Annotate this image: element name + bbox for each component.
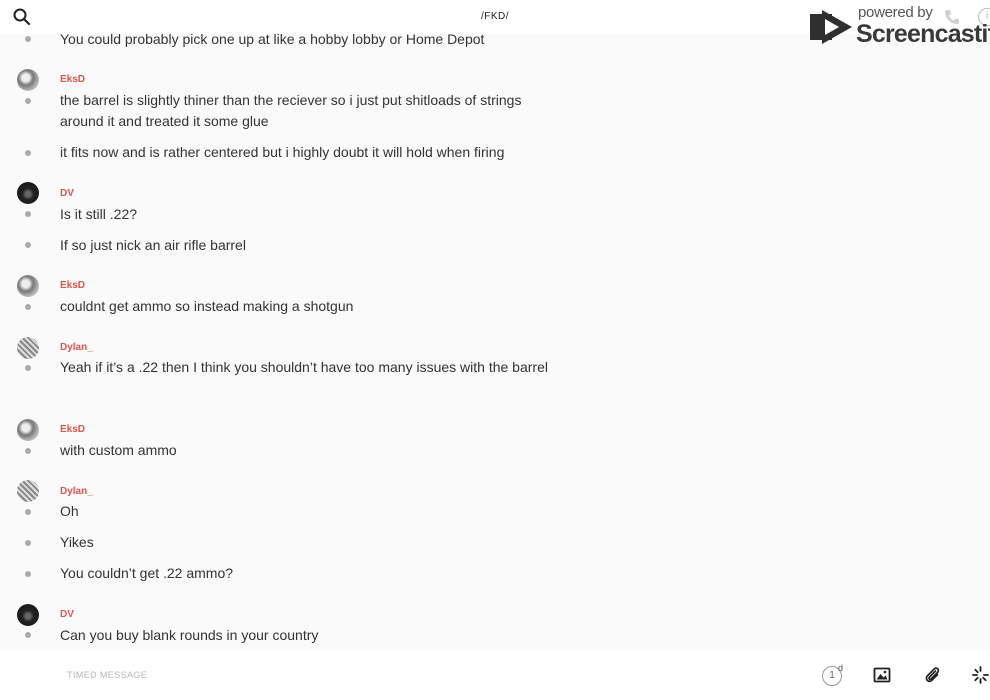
message-text: You could probably pick one up at like a…	[60, 31, 485, 47]
message-dot	[25, 150, 31, 156]
message-dot	[25, 36, 31, 42]
message-author[interactable]: EksD	[60, 280, 85, 291]
message-dot	[25, 509, 31, 515]
avatar[interactable]	[17, 419, 39, 441]
message-author[interactable]: EksD	[60, 424, 85, 435]
message-text: with custom ammo	[60, 442, 177, 458]
paperclip-icon[interactable]	[922, 665, 942, 685]
timer-unit-label: d	[838, 663, 844, 673]
message-author[interactable]: Dylan_	[60, 486, 93, 497]
avatar[interactable]	[17, 275, 39, 297]
avatar[interactable]	[17, 337, 39, 359]
message-text: it fits now and is rather centered but i…	[60, 144, 505, 160]
message-list: You could probably pick one up at like a…	[0, 31, 990, 650]
message-text: Yikes	[60, 534, 94, 550]
avatar[interactable]	[17, 480, 39, 502]
message-dot	[25, 98, 31, 104]
avatar[interactable]	[17, 69, 39, 91]
message-text: couldnt get ammo so instead making a sho…	[60, 298, 354, 314]
message-dot	[25, 571, 31, 577]
message-author[interactable]: DV	[60, 188, 74, 199]
message-text: Oh	[60, 503, 79, 519]
message-text: You couldn’t get .22 ammo?	[60, 565, 234, 581]
message-dot	[25, 242, 31, 248]
message-dot	[25, 211, 31, 217]
message-text: Can you buy blank rounds in your country	[60, 627, 319, 643]
message-author[interactable]: Dylan_	[60, 342, 93, 353]
avatar[interactable]	[17, 604, 39, 626]
message-dot	[25, 304, 31, 310]
phone-icon[interactable]	[942, 7, 962, 27]
message-composer: 1 d	[0, 650, 990, 700]
message-text: If so just nick an air rifle barrel	[60, 237, 246, 253]
message-dot	[25, 448, 31, 454]
message-dot	[25, 540, 31, 546]
info-icon[interactable]: i	[978, 8, 990, 26]
avatar[interactable]	[17, 182, 39, 204]
message-text: Yeah if it’s a .22 then I think you shou…	[60, 359, 548, 375]
message-input[interactable]	[67, 670, 667, 680]
message-author[interactable]: EksD	[60, 74, 85, 85]
message-dot	[25, 365, 31, 371]
message-author[interactable]: DV	[60, 609, 74, 620]
loading-spinner-icon[interactable]	[971, 665, 990, 685]
image-icon[interactable]	[873, 666, 891, 684]
message-dot	[25, 632, 31, 638]
message-text: the barrel is slightly thiner than the r…	[60, 92, 522, 129]
chat-app: /FKD/ i powered by Screencastify You cou…	[0, 0, 990, 700]
chat-title: /FKD/	[480, 11, 510, 22]
message-text: Is it still .22?	[60, 206, 138, 222]
